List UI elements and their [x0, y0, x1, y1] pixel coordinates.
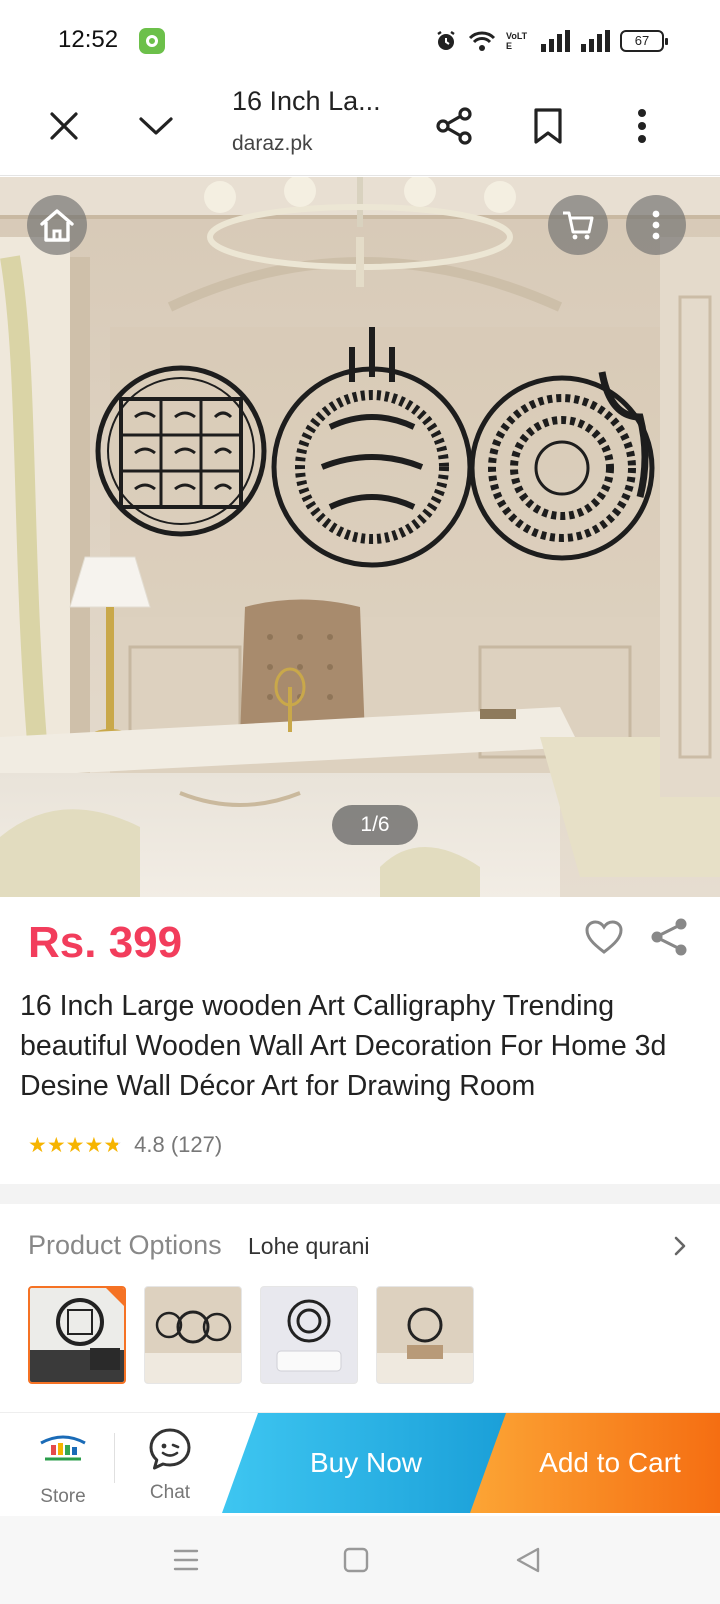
star-icon: ★: [103, 1133, 123, 1157]
minimize-button[interactable]: [130, 100, 182, 152]
share-icon: [651, 918, 687, 956]
product-rating[interactable]: ★★★★★ 4.8 (127): [28, 1130, 222, 1160]
share-button[interactable]: [428, 100, 480, 152]
add-to-cart-button[interactable]: Add to Cart: [470, 1413, 720, 1513]
variant-thumb-3[interactable]: [260, 1286, 358, 1384]
rating-stars: ★★★★★: [28, 1133, 122, 1158]
variant-thumb-1[interactable]: [28, 1286, 126, 1384]
system-nav-bar: [0, 1516, 720, 1604]
app-notification-icon: [139, 28, 165, 54]
product-image-carousel[interactable]: 1/6: [0, 177, 720, 897]
bookmark-button[interactable]: [522, 100, 574, 152]
variant-thumbnails: [28, 1286, 474, 1384]
section-divider: [0, 1184, 720, 1204]
rating-value: 4.8: [134, 1132, 165, 1157]
chat-button[interactable]: Chat: [128, 1427, 212, 1513]
more-vert-icon: [638, 109, 646, 143]
heart-icon: [585, 920, 623, 954]
signal-icon: [541, 30, 570, 52]
product-options-value[interactable]: Lohe qurani: [248, 1233, 370, 1260]
home-button[interactable]: [27, 195, 87, 255]
close-icon: [50, 112, 78, 140]
alarm-icon: [437, 31, 455, 50]
image-counter: 1/6: [332, 805, 418, 845]
volte-icon: VoLTE: [506, 31, 528, 51]
chevron-down-icon: [139, 117, 173, 135]
more-vert-icon: [652, 210, 660, 240]
rating-text: 4.8 (127): [134, 1132, 222, 1158]
rating-count: (127): [170, 1132, 223, 1157]
cart-button[interactable]: [548, 195, 608, 255]
wifi-icon: [468, 31, 496, 51]
bookmark-icon: [534, 108, 562, 144]
product-options-label[interactable]: Product Options: [28, 1230, 222, 1261]
variant-thumb-4[interactable]: [376, 1286, 474, 1384]
battery-icon: 67: [620, 30, 668, 52]
home-icon: [40, 209, 74, 242]
buy-now-button[interactable]: Buy Now: [222, 1413, 510, 1513]
home-nav-button[interactable]: [334, 1538, 378, 1582]
square-icon: [343, 1547, 369, 1573]
share-icon: [436, 107, 472, 145]
product-price: Rs. 399: [28, 918, 183, 967]
menu-icon: [173, 1549, 199, 1571]
product-share-button[interactable]: [648, 916, 690, 958]
more-button[interactable]: [616, 100, 668, 152]
page-title: 16 Inch La...: [232, 86, 381, 116]
chat-icon: [149, 1428, 191, 1470]
cart-icon: [563, 211, 594, 240]
star-icon: ★: [65, 1133, 85, 1157]
star-icon: ★: [84, 1133, 104, 1157]
variant-thumb-2[interactable]: [144, 1286, 242, 1384]
product-image: [0, 177, 720, 897]
hero-more-button[interactable]: [626, 195, 686, 255]
close-button[interactable]: [38, 100, 90, 152]
store-label: Store: [40, 1486, 86, 1507]
chat-label: Chat: [149, 1482, 191, 1503]
star-icon: ★: [28, 1133, 47, 1157]
recent-apps-button[interactable]: [164, 1538, 208, 1582]
status-bar: 12:52 VoLTE 67: [0, 0, 720, 80]
star-icon: ★: [46, 1133, 66, 1157]
store-button[interactable]: Store: [22, 1429, 104, 1515]
status-icons: VoLTE 67: [434, 26, 668, 56]
status-time: 12:52: [58, 26, 119, 53]
action-divider: [114, 1433, 115, 1483]
action-bar: Store Chat Buy Now Add to Cart: [0, 1412, 720, 1516]
store-logo-icon: [40, 1435, 86, 1461]
back-nav-button[interactable]: [506, 1538, 550, 1582]
back-triangle-icon: [516, 1547, 540, 1573]
browser-header: 16 Inch La... daraz.pk: [0, 80, 720, 176]
wishlist-button[interactable]: [584, 918, 624, 958]
product-title: 16 Inch Large wooden Art Calligraphy Tre…: [20, 990, 667, 1102]
signal-icon-2: [581, 30, 610, 52]
page-domain: daraz.pk: [232, 132, 313, 155]
chevron-right-icon[interactable]: [668, 1234, 692, 1258]
